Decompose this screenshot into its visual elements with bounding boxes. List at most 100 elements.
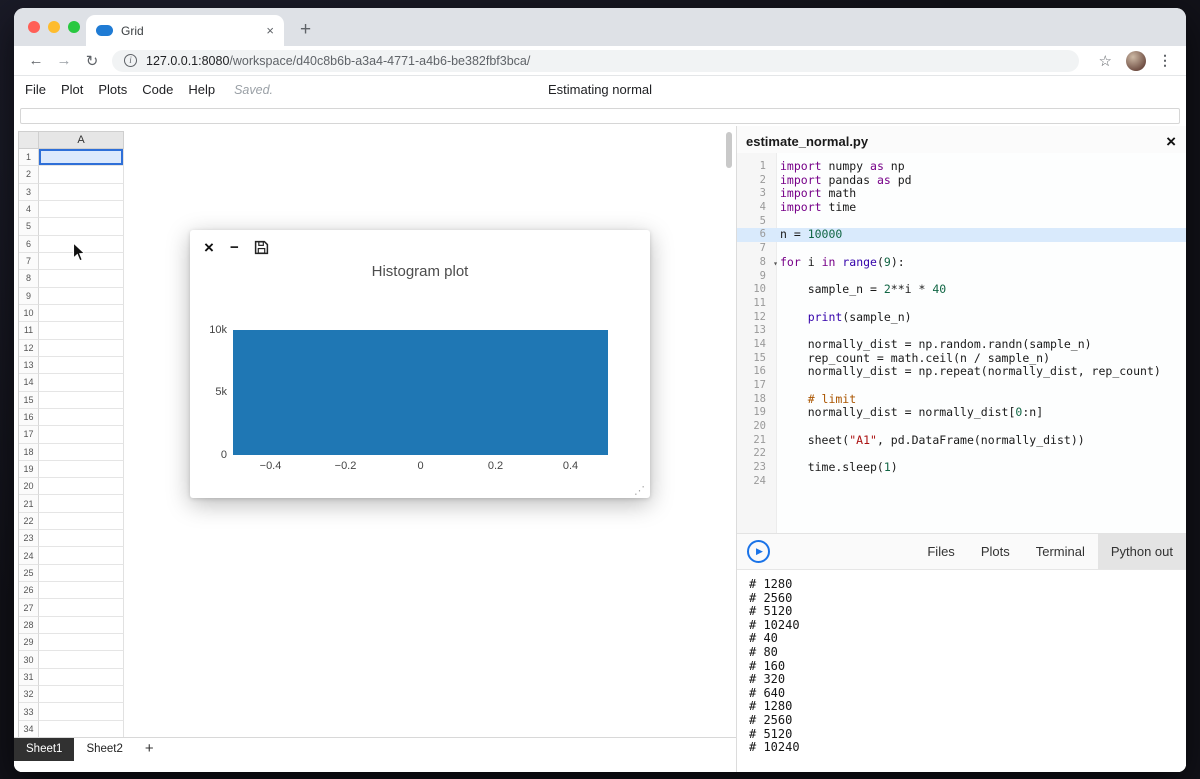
code-line-12[interactable]: 12 print(sample_n) — [737, 311, 1186, 325]
code-line-7[interactable]: 7 — [737, 242, 1186, 256]
tab-close-icon[interactable]: × — [266, 23, 274, 38]
row-header-16[interactable]: 16 — [19, 409, 39, 426]
cell-A10[interactable] — [39, 305, 124, 322]
code-line-3[interactable]: 3import math — [737, 187, 1186, 201]
back-button[interactable]: ← — [22, 52, 50, 69]
row-header-33[interactable]: 33 — [19, 703, 39, 720]
cell-A11[interactable] — [39, 322, 124, 339]
tab-plots[interactable]: Plots — [968, 534, 1023, 569]
sheet-tab-sheet1[interactable]: Sheet1 — [14, 738, 74, 761]
add-sheet-button[interactable]: + — [135, 738, 164, 761]
browser-tab[interactable]: Grid × — [86, 15, 284, 46]
code-editor[interactable]: 1import numpy as np2import pandas as pd3… — [737, 153, 1186, 533]
cell-A29[interactable] — [39, 634, 124, 651]
cell-A7[interactable] — [39, 253, 124, 270]
cell-A17[interactable] — [39, 426, 124, 443]
row-header-27[interactable]: 27 — [19, 599, 39, 616]
code-line-5[interactable]: 5 — [737, 215, 1186, 229]
forward-button[interactable]: → — [50, 52, 78, 69]
tab-python-out[interactable]: Python out — [1098, 534, 1186, 569]
code-line-15[interactable]: 15 rep_count = math.ceil(n / sample_n) — [737, 352, 1186, 366]
code-line-2[interactable]: 2import pandas as pd — [737, 174, 1186, 188]
row-header-8[interactable]: 8 — [19, 270, 39, 287]
cell-A25[interactable] — [39, 565, 124, 582]
row-header-24[interactable]: 24 — [19, 547, 39, 564]
cell-A26[interactable] — [39, 582, 124, 599]
row-header-19[interactable]: 19 — [19, 461, 39, 478]
tab-files[interactable]: Files — [914, 534, 967, 569]
row-header-5[interactable]: 5 — [19, 218, 39, 235]
row-header-10[interactable]: 10 — [19, 305, 39, 322]
row-header-31[interactable]: 31 — [19, 669, 39, 686]
cell-A6[interactable] — [39, 236, 124, 253]
row-header-23[interactable]: 23 — [19, 530, 39, 547]
code-line-21[interactable]: 21 sheet("A1", pd.DataFrame(normally_dis… — [737, 434, 1186, 448]
plot-resize-handle[interactable]: ⋰ — [634, 484, 645, 497]
row-header-22[interactable]: 22 — [19, 513, 39, 530]
row-header-12[interactable]: 12 — [19, 340, 39, 357]
code-line-18[interactable]: 18 # limit — [737, 393, 1186, 407]
row-header-15[interactable]: 15 — [19, 392, 39, 409]
row-header-13[interactable]: 13 — [19, 357, 39, 374]
cell-A22[interactable] — [39, 513, 124, 530]
cell-A9[interactable] — [39, 288, 124, 305]
code-line-23[interactable]: 23 time.sleep(1) — [737, 461, 1186, 475]
close-window-button[interactable] — [28, 21, 40, 33]
row-header-25[interactable]: 25 — [19, 565, 39, 582]
plot-window[interactable]: × − Histogram plot 05k10k−0.4−0.200.20.4… — [190, 230, 650, 498]
row-header-2[interactable]: 2 — [19, 166, 39, 183]
menu-plot[interactable]: Plot — [61, 82, 83, 97]
cell-A21[interactable] — [39, 495, 124, 512]
row-header-28[interactable]: 28 — [19, 617, 39, 634]
cell-A12[interactable] — [39, 340, 124, 357]
code-line-11[interactable]: 11 — [737, 297, 1186, 311]
profile-avatar[interactable] — [1126, 51, 1146, 71]
row-header-14[interactable]: 14 — [19, 374, 39, 391]
site-info-icon[interactable]: i — [124, 54, 137, 67]
cell-A15[interactable] — [39, 392, 124, 409]
menu-file[interactable]: File — [25, 82, 46, 97]
code-line-20[interactable]: 20 — [737, 420, 1186, 434]
row-header-32[interactable]: 32 — [19, 686, 39, 703]
code-line-9[interactable]: 9 — [737, 270, 1186, 284]
cell-A2[interactable] — [39, 166, 124, 183]
code-line-17[interactable]: 17 — [737, 379, 1186, 393]
fullscreen-window-button[interactable] — [68, 21, 80, 33]
cell-A24[interactable] — [39, 547, 124, 564]
row-header-26[interactable]: 26 — [19, 582, 39, 599]
browser-menu-icon[interactable]: ⋮ — [1158, 52, 1172, 69]
row-header-1[interactable]: 1 — [19, 149, 39, 166]
row-header-29[interactable]: 29 — [19, 634, 39, 651]
minimize-window-button[interactable] — [48, 21, 60, 33]
row-header-9[interactable]: 9 — [19, 288, 39, 305]
cell-A27[interactable] — [39, 599, 124, 616]
code-line-4[interactable]: 4import time — [737, 201, 1186, 215]
code-line-6[interactable]: 6n = 10000 — [737, 228, 1186, 242]
menu-help[interactable]: Help — [188, 82, 215, 97]
row-header-7[interactable]: 7 — [19, 253, 39, 270]
cell-A28[interactable] — [39, 617, 124, 634]
row-header-17[interactable]: 17 — [19, 426, 39, 443]
cell-A20[interactable] — [39, 478, 124, 495]
python-output[interactable]: # 1280# 2560# 5120# 10240# 40# 80# 160# … — [737, 570, 1186, 772]
close-editor-icon[interactable]: × — [1166, 132, 1176, 152]
row-header-20[interactable]: 20 — [19, 478, 39, 495]
menu-code[interactable]: Code — [142, 82, 173, 97]
cell-A8[interactable] — [39, 270, 124, 287]
cell-A31[interactable] — [39, 669, 124, 686]
column-header-a[interactable]: A — [39, 132, 124, 149]
row-header-3[interactable]: 3 — [19, 184, 39, 201]
tab-terminal[interactable]: Terminal — [1023, 534, 1098, 569]
cell-A23[interactable] — [39, 530, 124, 547]
code-line-1[interactable]: 1import numpy as np — [737, 160, 1186, 174]
row-header-4[interactable]: 4 — [19, 201, 39, 218]
cell-A18[interactable] — [39, 444, 124, 461]
cell-A5[interactable] — [39, 218, 124, 235]
row-header-11[interactable]: 11 — [19, 322, 39, 339]
cell-A1[interactable] — [39, 149, 124, 166]
cell-A13[interactable] — [39, 357, 124, 374]
row-header-18[interactable]: 18 — [19, 444, 39, 461]
plot-save-icon[interactable] — [254, 240, 269, 260]
cell-A34[interactable] — [39, 721, 124, 738]
code-line-10[interactable]: 10 sample_n = 2**i * 40 — [737, 283, 1186, 297]
